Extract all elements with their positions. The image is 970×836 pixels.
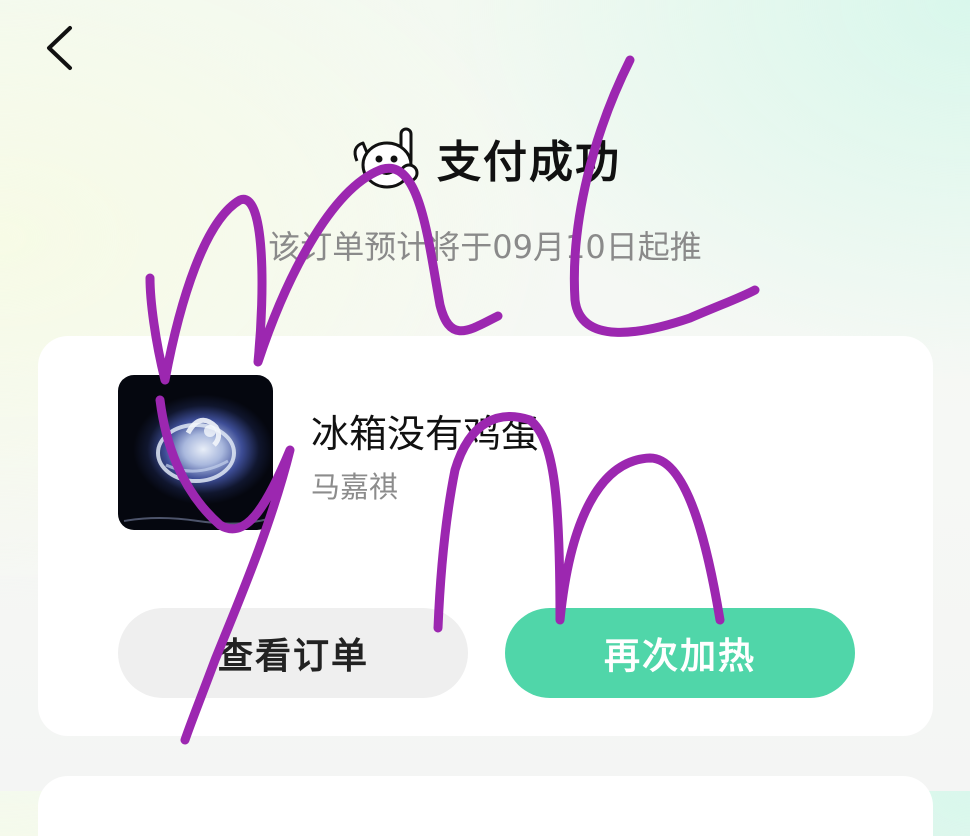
view-order-button[interactable]: 查看订单 bbox=[118, 608, 468, 698]
payment-status-header: 支付成功 bbox=[0, 118, 970, 198]
back-button[interactable] bbox=[38, 24, 80, 72]
next-card bbox=[38, 776, 933, 836]
order-card: 冰箱没有鸡蛋 马嘉祺 查看订单 再次加热 bbox=[38, 336, 933, 736]
push-date-notice: 该订单预计将于09月10日起推 bbox=[268, 228, 702, 266]
artist-name: 马嘉祺 bbox=[311, 470, 399, 504]
album-cover-image bbox=[118, 375, 273, 530]
song-title: 冰箱没有鸡蛋 bbox=[311, 412, 540, 456]
cheering-mascot-icon bbox=[349, 123, 425, 193]
chevron-left-icon bbox=[47, 26, 72, 70]
page-title: 支付成功 bbox=[437, 137, 621, 188]
reheat-again-button[interactable]: 再次加热 bbox=[505, 608, 855, 698]
